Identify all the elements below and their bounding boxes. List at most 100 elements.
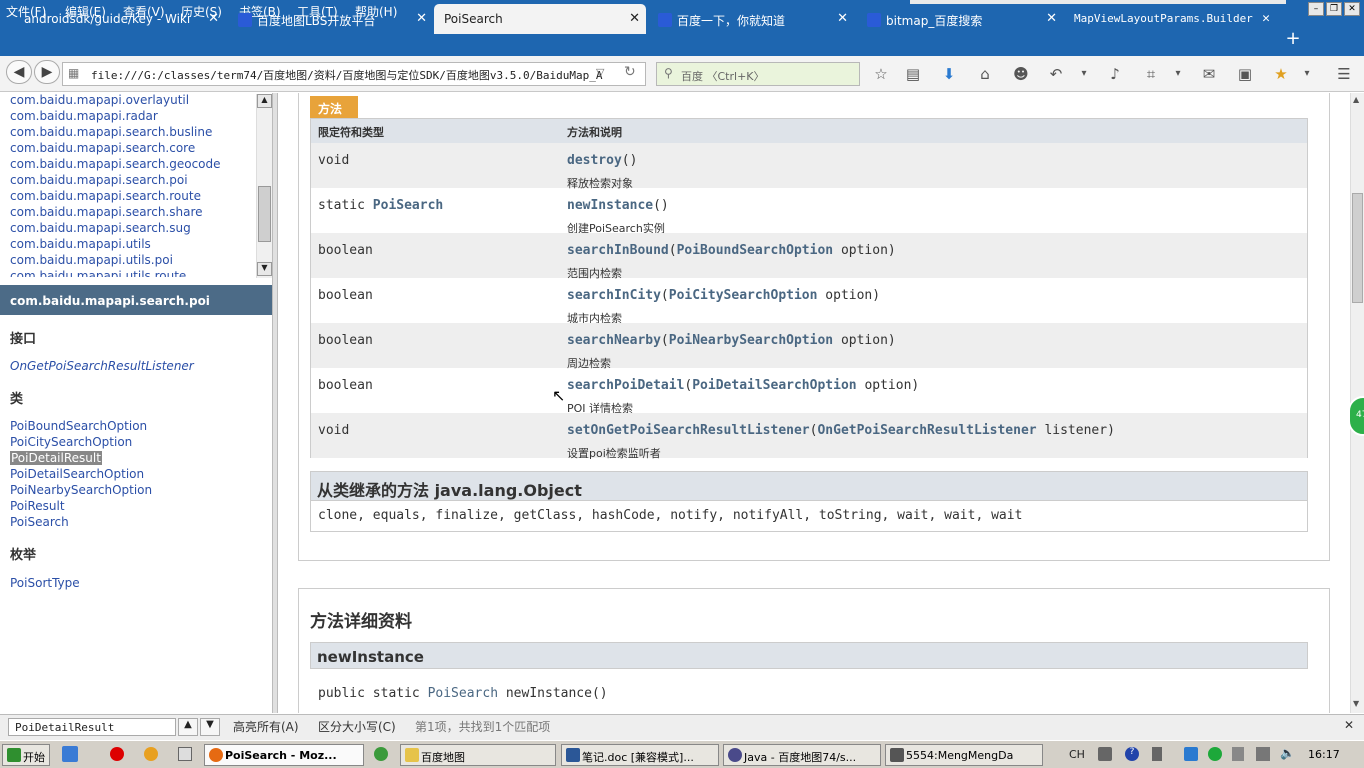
method-link[interactable]: searchInCity <box>567 288 661 303</box>
highlight-all-button[interactable]: 高亮所有(A) <box>233 718 299 735</box>
package-link[interactable]: com.baidu.mapapi.utils.poi <box>10 253 173 267</box>
close-icon[interactable]: ✕ <box>629 11 640 26</box>
translate-icon[interactable]: ▣ <box>1235 64 1255 84</box>
menu-icon[interactable]: ☰ <box>1334 64 1354 84</box>
start-button[interactable]: 开始 <box>2 744 50 766</box>
forward-button[interactable]: ▶ <box>34 60 60 84</box>
dropdown-icon[interactable]: ▽ <box>596 66 604 79</box>
package-link[interactable]: com.baidu.mapapi.search.geocode <box>10 157 221 171</box>
scroll-up-arrow[interactable]: ▲ <box>257 94 272 108</box>
tab-poisearch[interactable]: PoiSearch ✕ <box>434 4 646 34</box>
sig-type-link[interactable]: PoiSearch <box>428 686 498 701</box>
close-findbar-icon[interactable]: ✕ <box>1344 718 1354 732</box>
package-link[interactable]: com.baidu.mapapi.overlayutil <box>10 93 189 107</box>
enum-link[interactable]: PoiSortType <box>10 576 80 590</box>
class-link[interactable]: PoiCitySearchOption <box>10 435 132 449</box>
close-icon[interactable]: ✕ <box>1046 11 1057 26</box>
reload-icon[interactable]: ↻ <box>624 64 636 80</box>
reading-list-icon[interactable]: ▤ <box>903 64 923 84</box>
scroll-down-arrow[interactable]: ▼ <box>1353 699 1359 708</box>
tray-icon[interactable] <box>1232 747 1244 761</box>
minimize-button[interactable]: – <box>1308 2 1324 16</box>
param-type-link[interactable]: PoiDetailSearchOption <box>692 378 856 393</box>
method-link[interactable]: setOnGetPoiSearchResultListener <box>567 423 810 438</box>
method-link[interactable]: destroy <box>567 153 622 168</box>
method-tab[interactable]: 方法 <box>310 96 358 118</box>
class-link[interactable]: PoiBoundSearchOption <box>10 419 147 433</box>
quicklaunch-icon[interactable] <box>62 746 78 762</box>
chevron-down-icon[interactable]: ▾ <box>1297 64 1317 84</box>
new-tab-button[interactable]: + <box>1282 28 1304 50</box>
tab-lbs[interactable]: 百度地图LBS开放平台 ✕ <box>228 4 433 34</box>
param-type-link[interactable]: PoiBoundSearchOption <box>677 243 834 258</box>
package-link[interactable]: com.baidu.mapapi.search.share <box>10 205 203 219</box>
task-folder[interactable]: 百度地图 <box>400 744 556 766</box>
language-indicator[interactable]: CH <box>1069 748 1085 761</box>
package-link[interactable]: com.baidu.mapapi.utils <box>10 237 151 251</box>
close-icon[interactable]: ✕ <box>837 11 848 26</box>
task-firefox[interactable]: PoiSearch - Moz... <box>204 744 364 766</box>
scroll-thumb[interactable] <box>258 186 271 242</box>
type-link[interactable]: PoiSearch <box>373 198 443 213</box>
floating-badge[interactable]: 47 <box>1348 396 1364 436</box>
close-icon[interactable]: ✕ <box>1262 11 1270 26</box>
close-window-button[interactable]: ✕ <box>1344 2 1360 16</box>
package-link[interactable]: com.baidu.mapapi.search.busline <box>10 125 212 139</box>
tab-mapview[interactable]: MapViewLayoutParams.Builder ✕ <box>1064 4 1276 34</box>
back-button[interactable]: ◀ <box>6 60 32 84</box>
match-case-button[interactable]: 区分大小写(C) <box>318 718 396 735</box>
tray-icon[interactable] <box>1184 747 1198 761</box>
param-type-link[interactable]: OnGetPoiSearchResultListener <box>817 423 1036 438</box>
package-link[interactable]: com.baidu.mapapi.search.poi <box>10 173 188 187</box>
param-type-link[interactable]: PoiNearbySearchOption <box>669 333 833 348</box>
network-icon[interactable] <box>1256 747 1270 761</box>
scroll-up-arrow[interactable]: ▲ <box>1353 95 1359 104</box>
find-input[interactable]: PoiDetailResult <box>8 718 176 736</box>
find-next-button[interactable]: ▼ <box>200 718 220 736</box>
method-link[interactable]: newInstance <box>567 198 653 213</box>
task-word[interactable]: 笔记.doc [兼容模式]... <box>561 744 719 766</box>
class-link[interactable]: PoiNearbySearchOption <box>10 483 152 497</box>
method-link[interactable]: searchPoiDetail <box>567 378 684 393</box>
quicklaunch-icon[interactable] <box>110 747 124 761</box>
param-type-link[interactable]: PoiCitySearchOption <box>669 288 818 303</box>
scroll-down-arrow[interactable]: ▼ <box>257 262 272 276</box>
package-link[interactable]: com.baidu.mapapi.utils.route <box>10 269 186 277</box>
class-link[interactable]: PoiSearch <box>10 515 69 529</box>
task-eclipse[interactable]: Java - 百度地图74/s... <box>723 744 881 766</box>
chrome-icon[interactable] <box>374 747 388 761</box>
restore-button[interactable]: ❐ <box>1326 2 1342 16</box>
keyboard-icon[interactable] <box>1098 747 1112 761</box>
tab-baidu[interactable]: 百度一下，你就知道 ✕ <box>648 4 854 34</box>
package-link[interactable]: com.baidu.mapapi.radar <box>10 109 158 123</box>
chat-icon[interactable]: ☻ <box>1011 64 1031 84</box>
class-link-selected[interactable]: PoiDetailResult <box>10 451 102 465</box>
volume-icon[interactable]: 🔈 <box>1280 746 1295 760</box>
class-link[interactable]: PoiDetailSearchOption <box>10 467 144 481</box>
package-link[interactable]: com.baidu.mapapi.search.route <box>10 189 201 203</box>
tray-icon[interactable] <box>1152 747 1162 761</box>
tab-wiki[interactable]: androidsdk/guide/key - Wiki ✕ <box>0 4 225 34</box>
find-previous-button[interactable]: ▲ <box>178 718 198 736</box>
chevron-down-icon[interactable]: ▾ <box>1168 64 1188 84</box>
close-icon[interactable]: ✕ <box>208 11 219 26</box>
package-link[interactable]: com.baidu.mapapi.search.sug <box>10 221 191 235</box>
undo-icon[interactable]: ↶ <box>1046 64 1066 84</box>
bookmark-star-icon[interactable]: ☆ <box>871 64 891 84</box>
close-icon[interactable]: ✕ <box>416 11 427 26</box>
method-link[interactable]: searchNearby <box>567 333 661 348</box>
home-icon[interactable]: ⌂ <box>975 64 995 84</box>
crop-icon[interactable]: ⌗ <box>1141 64 1161 84</box>
package-link[interactable]: com.baidu.mapapi.search.core <box>10 141 195 155</box>
scroll-thumb[interactable] <box>1352 193 1363 303</box>
url-bar[interactable]: file:///G:/classes/term74/百度地图/资料/百度地图与定… <box>62 62 646 86</box>
tab-bitmap[interactable]: bitmap_百度搜索 ✕ <box>857 4 1063 34</box>
chevron-down-icon[interactable]: ▾ <box>1074 64 1094 84</box>
quicklaunch-icon[interactable] <box>178 747 192 761</box>
class-link[interactable]: PoiResult <box>10 499 65 513</box>
search-input[interactable]: 百度 〈Ctrl+K〉 <box>656 62 860 86</box>
comment-icon[interactable]: ✉ <box>1199 64 1219 84</box>
extension-icon[interactable]: ★ <box>1271 64 1291 84</box>
package-list-scrollbar[interactable]: ▲ ▼ <box>256 94 272 278</box>
download-icon[interactable]: ⬇ <box>939 64 959 84</box>
